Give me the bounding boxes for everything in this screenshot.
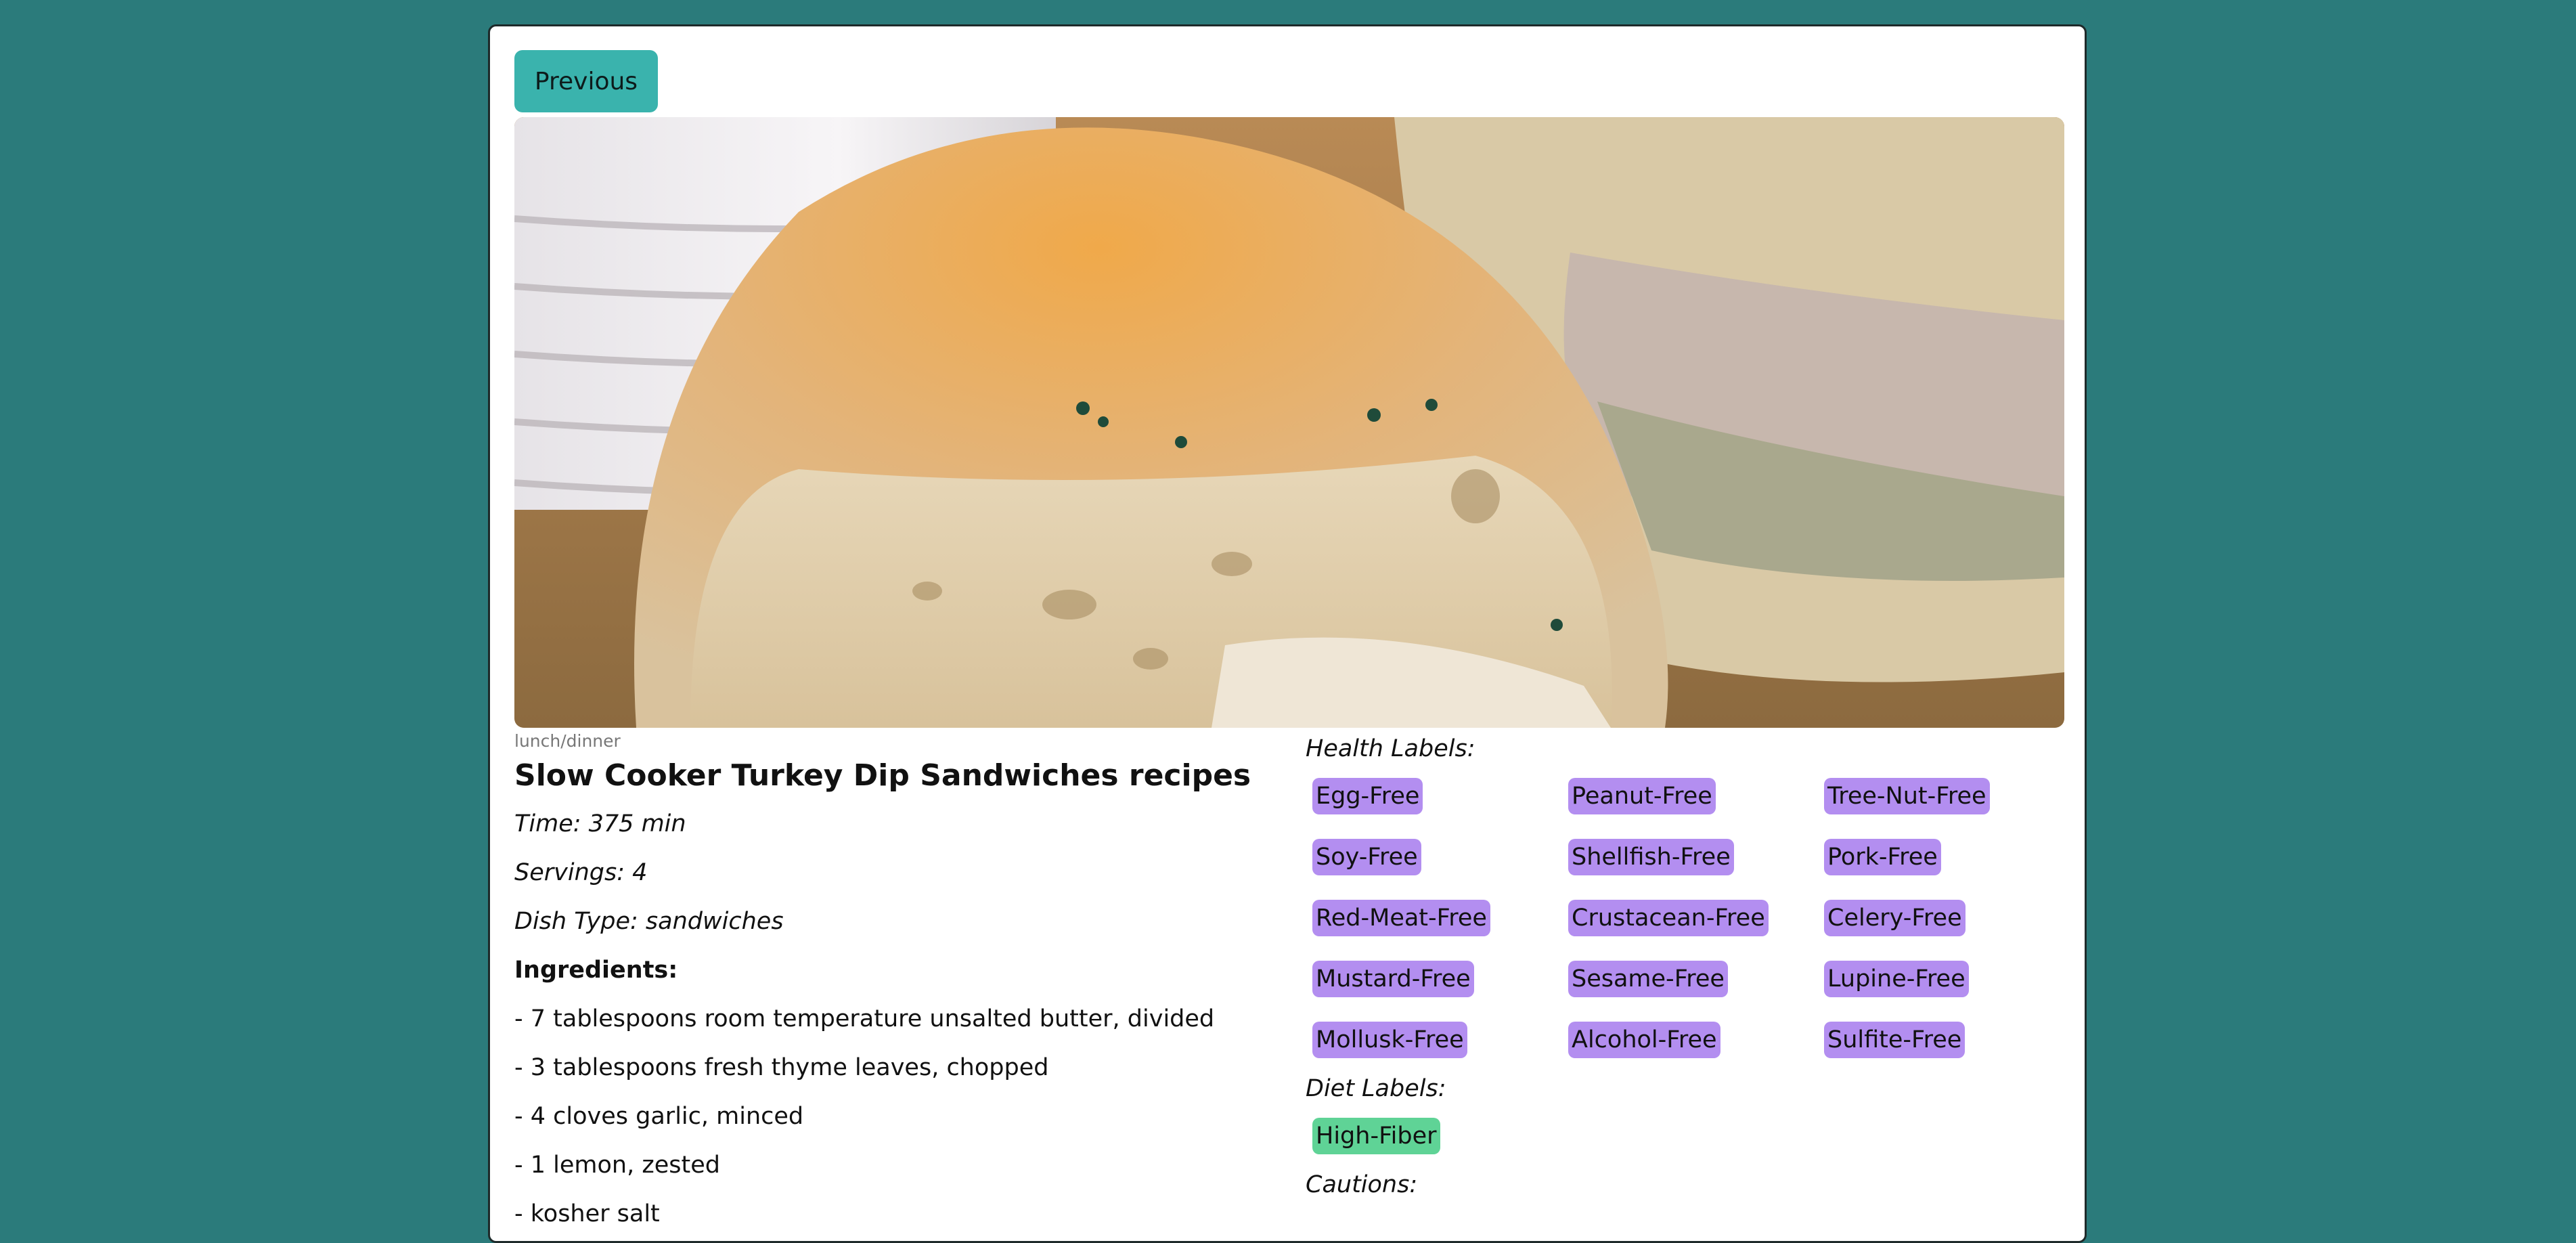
recipe-servings: Servings: 4 [514, 859, 648, 886]
ingredient-item: - 3 tablespoons fresh thyme leaves, chop… [514, 1054, 1049, 1081]
diet-label: High-Fiber [1312, 1118, 1440, 1154]
cautions-heading: Cautions: [1306, 1171, 1418, 1198]
recipe-title: Slow Cooker Turkey Dip Sandwiches recipe… [514, 758, 1251, 793]
health-label: Sesame-Free [1568, 961, 1728, 997]
health-label: Red-Meat-Free [1312, 900, 1490, 936]
diet-labels-heading: Diet Labels: [1306, 1075, 1446, 1102]
diet-labels-row: High-Fiber [1312, 1118, 2064, 1154]
ingredient-item: - 4 cloves garlic, minced [514, 1103, 804, 1130]
health-label: Mustard-Free [1312, 961, 1474, 997]
health-label: Mollusk-Free [1312, 1022, 1467, 1058]
health-labels-grid: Egg-Free Peanut-Free Tree-Nut-Free Soy-F… [1312, 778, 2064, 1058]
recipe-time: Time: 375 min [514, 810, 686, 837]
health-label: Celery-Free [1824, 900, 1966, 936]
previous-button[interactable]: Previous [514, 50, 658, 112]
health-label: Egg-Free [1312, 778, 1423, 814]
health-label: Tree-Nut-Free [1824, 778, 1990, 814]
health-label: Pork-Free [1824, 839, 1941, 875]
health-label: Peanut-Free [1568, 778, 1716, 814]
meal-type: lunch/dinner [514, 731, 621, 751]
health-labels-heading: Health Labels: [1306, 735, 1475, 762]
health-label: Crustacean-Free [1568, 900, 1769, 936]
ingredients-heading: Ingredients: [514, 957, 678, 984]
health-label: Soy-Free [1312, 839, 1421, 875]
health-label: Sulfite-Free [1824, 1022, 1966, 1058]
health-label: Shellfish-Free [1568, 839, 1734, 875]
ingredient-item: - 1 lemon, zested [514, 1152, 720, 1179]
recipe-labels: Health Labels: Egg-Free Peanut-Free Tree… [1306, 730, 2064, 1203]
health-label: Lupine-Free [1824, 961, 1969, 997]
health-label: Alcohol-Free [1568, 1022, 1720, 1058]
ingredient-item: - 7 tablespoons room temperature unsalte… [514, 1005, 1215, 1032]
recipe-details: lunch/dinner Slow Cooker Turkey Dip Sand… [514, 730, 1259, 1238]
ingredient-item: - kosher salt [514, 1200, 660, 1227]
recipe-card: Previous lunch/dinner Slow Cooker Turkey… [488, 24, 2087, 1243]
recipe-dish-type: Dish Type: sandwiches [514, 908, 784, 935]
sandwich-photo [514, 117, 2064, 728]
